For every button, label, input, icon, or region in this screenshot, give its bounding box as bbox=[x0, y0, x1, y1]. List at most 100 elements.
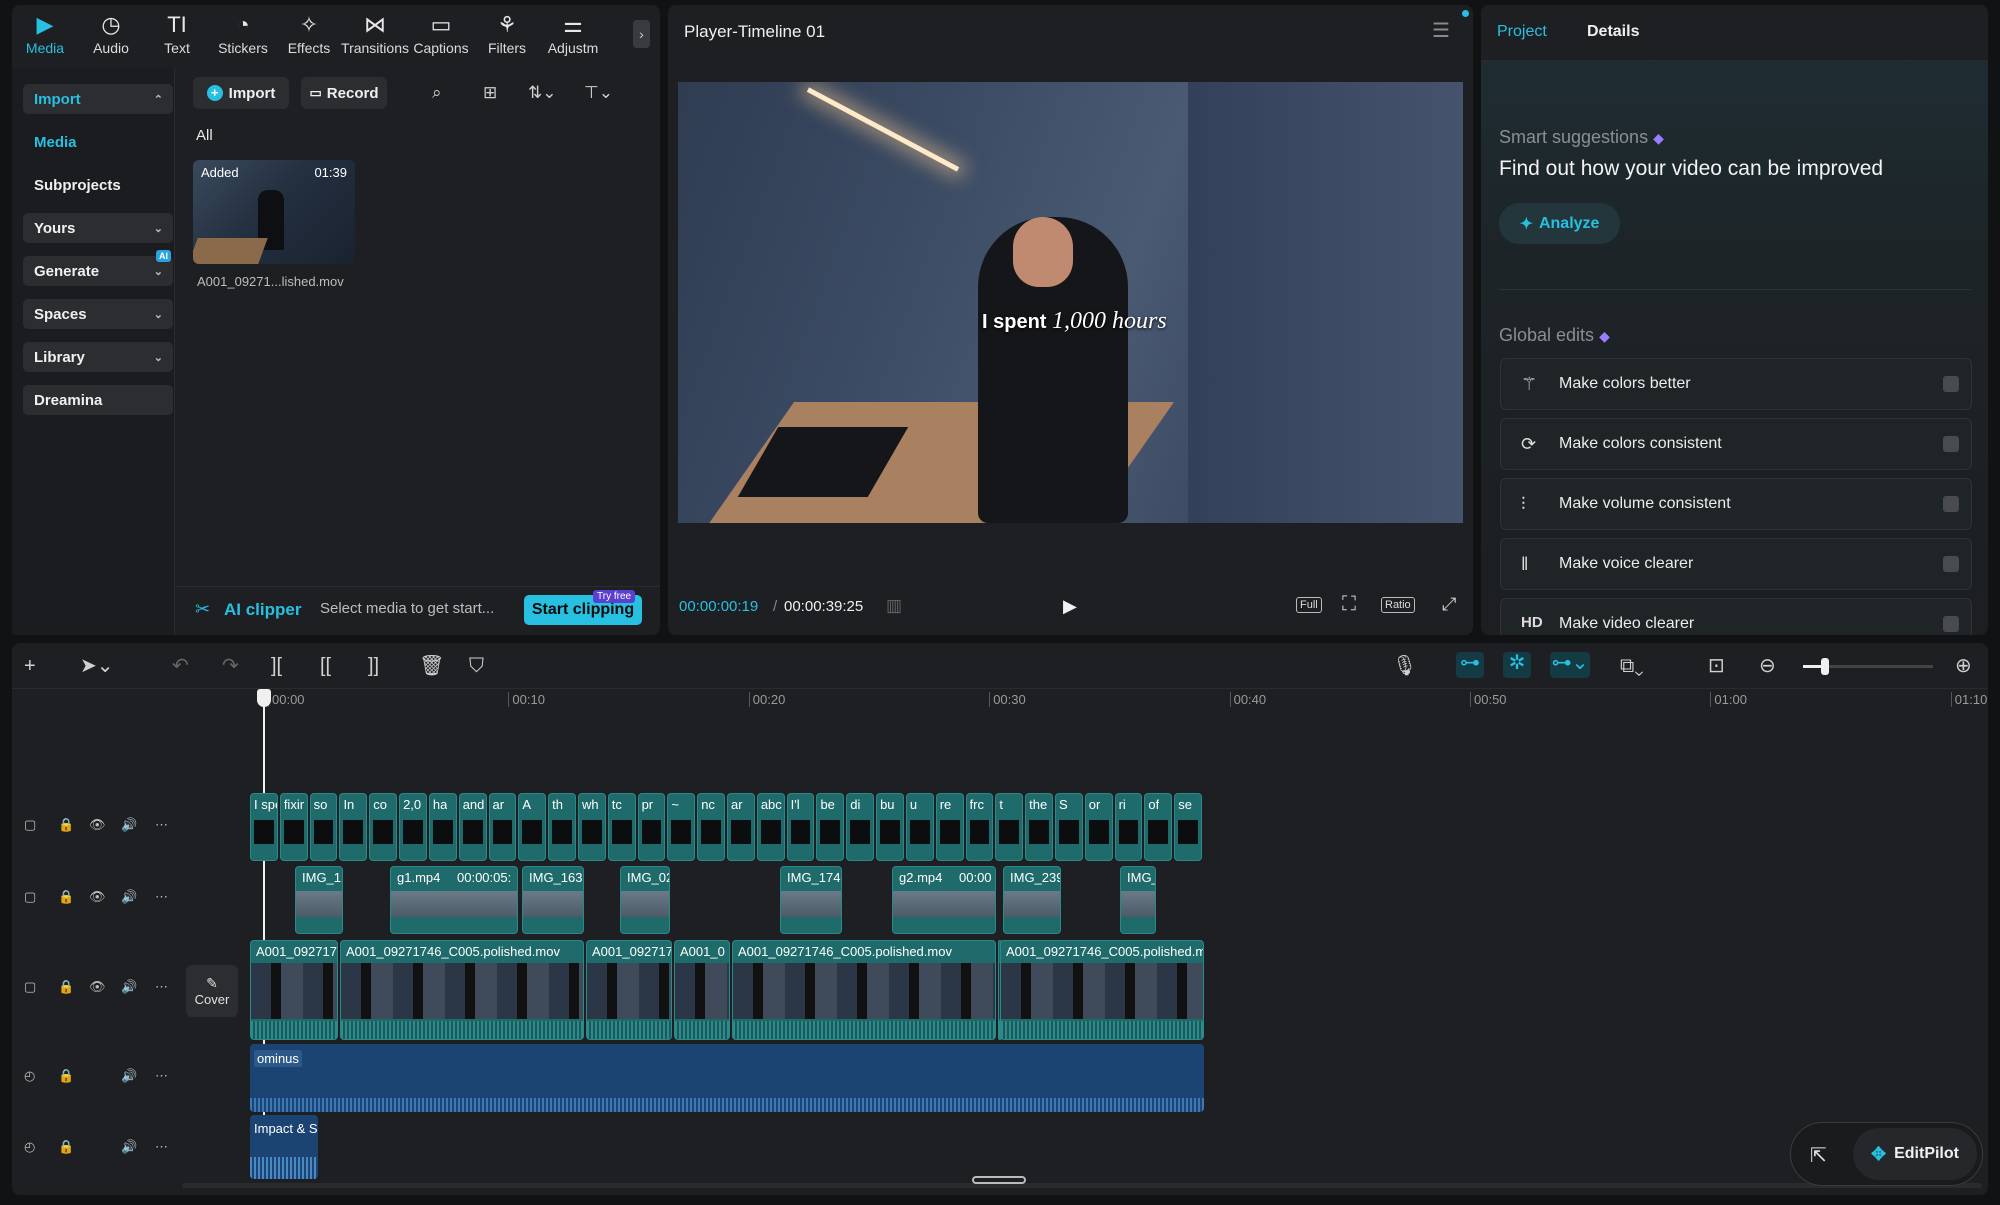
main-video-clip[interactable]: A001_09271746_C005.polished.mov bbox=[732, 940, 996, 1040]
more-icon[interactable]: ⋯ bbox=[155, 979, 168, 995]
caption-clip[interactable]: In bbox=[339, 793, 368, 861]
tab-filters[interactable]: ⚘ Filters bbox=[474, 4, 540, 66]
add-track-icon[interactable]: + bbox=[24, 655, 36, 677]
caption-clip[interactable]: of bbox=[1144, 793, 1173, 861]
track-type-icon[interactable]: ▢ bbox=[24, 889, 36, 905]
more-icon[interactable]: ⋯ bbox=[155, 817, 168, 833]
caption-clip[interactable]: nc bbox=[697, 793, 725, 861]
tab-details[interactable]: Details bbox=[1587, 23, 1639, 41]
cover-button[interactable]: ✎ Cover bbox=[186, 965, 238, 1017]
sidebar-item-import[interactable]: Import ⌃ bbox=[23, 84, 173, 114]
tab-media[interactable]: ▶ Media bbox=[12, 4, 78, 66]
caption-clip[interactable]: t bbox=[995, 793, 1024, 861]
more-icon[interactable]: ⋯ bbox=[155, 889, 168, 905]
caption-clip[interactable]: fixir bbox=[279, 793, 308, 861]
toolbar-scroll-right-button[interactable]: › bbox=[633, 20, 650, 48]
auto-snap-icon[interactable]: ✲ bbox=[1503, 652, 1531, 678]
caption-clip[interactable]: A bbox=[518, 793, 547, 861]
main-video-clip[interactable]: A001_09271746_C005.polished.mov bbox=[340, 940, 584, 1040]
tab-adjustment[interactable]: ⚌ Adjustm bbox=[540, 4, 606, 66]
zoom-out-icon[interactable]: ⊖ bbox=[1759, 655, 1776, 677]
audio-clip-impact[interactable]: Impact & S bbox=[250, 1115, 318, 1179]
main-video-clip[interactable]: A001_09271746_C005.polished.m bbox=[1000, 940, 1204, 1040]
visibility-icon[interactable]: 👁 bbox=[89, 889, 106, 905]
lock-icon[interactable]: 🔒 bbox=[58, 979, 74, 995]
split-icon[interactable]: ][ bbox=[271, 655, 282, 677]
track-type-icon[interactable]: ◴ bbox=[24, 1068, 35, 1084]
overlay-clip[interactable]: IMG_1₈ bbox=[295, 866, 343, 934]
timeline-scroll-thumb[interactable] bbox=[972, 1176, 1026, 1184]
timeline-scrollbar[interactable] bbox=[182, 1183, 1982, 1188]
track-type-icon[interactable]: ▢ bbox=[24, 979, 36, 995]
sidebar-item-subprojects[interactable]: Subprojects bbox=[23, 170, 173, 200]
sidebar-item-library[interactable]: Library ⌄ bbox=[23, 342, 173, 372]
caption-clip[interactable]: or bbox=[1084, 793, 1113, 861]
caption-clip[interactable]: ar bbox=[727, 793, 755, 861]
caption-clip[interactable]: di bbox=[846, 793, 875, 861]
tab-stickers[interactable]: ◔ Stickers bbox=[210, 4, 276, 66]
ratio-button[interactable]: Ratio bbox=[1381, 597, 1415, 613]
microphone-icon[interactable]: 🎙 bbox=[1392, 655, 1417, 677]
caption-clip[interactable]: abc bbox=[756, 793, 785, 861]
caption-clip[interactable]: wh bbox=[577, 793, 606, 861]
overlay-clip[interactable]: IMG_ bbox=[1120, 866, 1156, 934]
overlay-clip[interactable]: g1.mp4 00:00:05: bbox=[390, 866, 518, 934]
lock-icon[interactable]: 🔒 bbox=[58, 889, 74, 905]
overlay-clip[interactable]: IMG_174₄ bbox=[780, 866, 842, 934]
grid-view-icon[interactable]: ⊞ bbox=[483, 83, 497, 103]
tab-text[interactable]: TI Text bbox=[144, 4, 210, 66]
ai-clipper-label[interactable]: AI clipper bbox=[224, 600, 301, 620]
analyze-button[interactable]: ✦ Analyze bbox=[1499, 203, 1620, 244]
import-button[interactable]: + Import bbox=[193, 77, 289, 109]
volume-icon[interactable]: 🔊 bbox=[121, 1068, 137, 1084]
caption-clip[interactable]: I spe bbox=[250, 793, 278, 861]
caption-clip[interactable]: and bbox=[458, 793, 487, 861]
caption-clip[interactable]: u bbox=[905, 793, 934, 861]
shield-icon[interactable]: ⛉ bbox=[469, 655, 484, 677]
volume-icon[interactable]: 🔊 bbox=[121, 979, 137, 995]
media-thumbnail[interactable]: Added 01:39 bbox=[193, 160, 355, 264]
caption-clip[interactable]: co bbox=[369, 793, 398, 861]
zoom-slider[interactable] bbox=[1803, 658, 1933, 675]
track-type-icon[interactable]: ◴ bbox=[24, 1139, 35, 1155]
caption-clip[interactable]: tc bbox=[607, 793, 636, 861]
fit-timeline-icon[interactable]: ⊡ bbox=[1708, 655, 1725, 677]
split-right-icon[interactable]: ]] bbox=[368, 655, 379, 677]
overlay-clip[interactable]: IMG_02 bbox=[620, 866, 670, 934]
toggle-checkbox[interactable] bbox=[1943, 616, 1959, 632]
caption-clip[interactable]: S bbox=[1054, 793, 1083, 861]
volume-icon[interactable]: 🔊 bbox=[121, 889, 137, 905]
edit-make-volume-consistent[interactable]: ⫶ Make volume consistent bbox=[1500, 478, 1972, 530]
caption-clip[interactable]: frc bbox=[965, 793, 994, 861]
caption-clip[interactable]: th bbox=[548, 793, 576, 861]
more-icon[interactable]: ⋯ bbox=[155, 1139, 168, 1155]
sidebar-item-yours[interactable]: Yours ⌄ bbox=[23, 213, 173, 243]
caption-clip[interactable]: ha bbox=[428, 793, 457, 861]
filter-icon[interactable]: ⊤⌄ bbox=[584, 83, 613, 103]
zoom-in-icon[interactable]: ⊕ bbox=[1955, 655, 1972, 677]
lock-icon[interactable]: 🔒 bbox=[58, 1068, 74, 1084]
edit-make-video-clearer[interactable]: HD Make video clearer bbox=[1500, 598, 1972, 635]
visibility-icon[interactable]: 👁 bbox=[89, 817, 106, 833]
tab-captions[interactable]: ▭ Captions bbox=[408, 4, 474, 66]
tab-transitions[interactable]: ⋈ Transitions bbox=[341, 4, 409, 66]
volume-icon[interactable]: 🔊 bbox=[121, 817, 137, 833]
toggle-checkbox[interactable] bbox=[1943, 556, 1959, 572]
caption-clip[interactable]: se bbox=[1174, 793, 1202, 861]
video-frame[interactable]: I spent 1,000 hours bbox=[678, 82, 1463, 523]
overlay-clip[interactable]: IMG_239 bbox=[1003, 866, 1061, 934]
tab-effects[interactable]: ✧ Effects bbox=[276, 4, 342, 66]
playhead-handle[interactable] bbox=[257, 689, 271, 707]
full-quality-button[interactable]: Full bbox=[1296, 597, 1322, 613]
more-icon[interactable]: ⋯ bbox=[155, 1068, 168, 1084]
edit-make-colors-consistent[interactable]: ⟳ Make colors consistent bbox=[1500, 418, 1972, 470]
caption-clip[interactable]: I'l bbox=[786, 793, 815, 861]
caption-clip[interactable]: 2,0 bbox=[399, 793, 427, 861]
caption-clip[interactable]: so bbox=[309, 793, 338, 861]
sidebar-item-media[interactable]: Media bbox=[23, 127, 173, 157]
sidebar-item-dreamina[interactable]: Dreamina bbox=[23, 385, 173, 415]
play-icon[interactable]: ▶ bbox=[1063, 596, 1077, 616]
caption-clip[interactable]: re bbox=[935, 793, 964, 861]
caption-clip[interactable]: ri bbox=[1114, 793, 1143, 861]
menu-icon[interactable]: ☰ bbox=[1432, 21, 1450, 41]
